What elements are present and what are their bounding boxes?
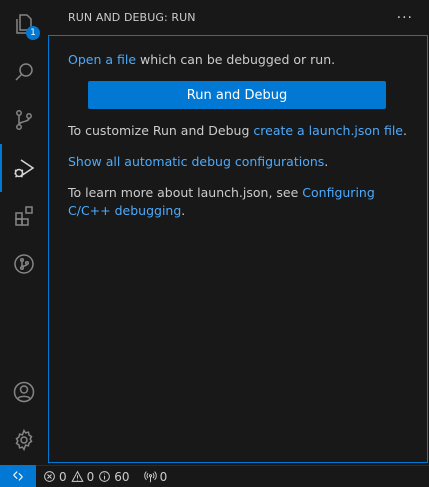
extensions-icon <box>15 206 33 226</box>
sidebar-title: RUN AND DEBUG: RUN <box>68 11 196 24</box>
status-bar: 0 0 60 0 <box>0 465 429 487</box>
ports-status[interactable]: 0 <box>143 469 172 484</box>
info-icon <box>99 471 111 482</box>
accounts-button[interactable] <box>0 368 48 416</box>
warning-icon <box>71 470 84 482</box>
show-all-end: . <box>324 154 329 169</box>
create-launch-json-link[interactable]: create a launch.json file <box>253 123 403 138</box>
search-icon <box>15 63 33 81</box>
open-file-paragraph: Open a file which can be debugged or run… <box>68 51 408 69</box>
warning-count: 0 <box>86 469 95 484</box>
problems-status[interactable]: 0 0 60 <box>43 470 134 484</box>
open-file-text: which can be debugged or run. <box>136 52 336 67</box>
source-control-icon <box>16 110 32 130</box>
customize-end: . <box>403 123 407 138</box>
learn-text: To learn more about launch.json, see <box>68 185 303 200</box>
learn-more-paragraph: To learn more about launch.json, see Con… <box>68 184 408 220</box>
git-graph-icon <box>14 254 34 274</box>
error-count: 0 <box>59 469 67 484</box>
error-icon <box>44 471 55 482</box>
run-debug-sidebar: RUN AND DEBUG: RUN ··· Open a file which… <box>48 0 429 465</box>
account-icon <box>13 381 35 403</box>
run-debug-button[interactable] <box>0 144 48 192</box>
broadcast-icon <box>143 471 157 483</box>
more-actions-button[interactable]: ··· <box>397 10 413 26</box>
extensions-button[interactable] <box>0 192 48 240</box>
customize-text: To customize Run and Debug <box>68 123 254 138</box>
remote-icon <box>13 471 23 481</box>
welcome-panel: Open a file which can be debugged or run… <box>48 35 428 463</box>
learn-end: . <box>181 203 186 218</box>
sidebar-titlebar: RUN AND DEBUG: RUN ··· <box>48 0 429 35</box>
info-count: 60 <box>114 469 130 484</box>
customize-paragraph: To customize Run and Debug create a laun… <box>68 122 408 140</box>
show-all-paragraph: Show all automatic debug configurations. <box>68 153 408 171</box>
explorer-button[interactable]: 1 <box>0 0 48 48</box>
run-and-debug-button[interactable]: Run and Debug <box>88 81 386 109</box>
ports-count: 0 <box>159 469 168 484</box>
show-all-configurations-link[interactable]: Show all automatic debug configurations <box>68 154 324 169</box>
run-debug-icon <box>14 159 35 178</box>
source-control-button[interactable] <box>0 96 48 144</box>
settings-button[interactable] <box>0 416 48 464</box>
activity-bar: 1 <box>0 0 48 465</box>
gear-icon <box>15 428 33 452</box>
remote-button[interactable] <box>0 465 36 487</box>
search-button[interactable] <box>0 48 48 96</box>
open-file-link[interactable]: Open a file <box>68 52 136 67</box>
explorer-badge: 1 <box>26 26 40 40</box>
git-graph-button[interactable] <box>0 240 48 288</box>
